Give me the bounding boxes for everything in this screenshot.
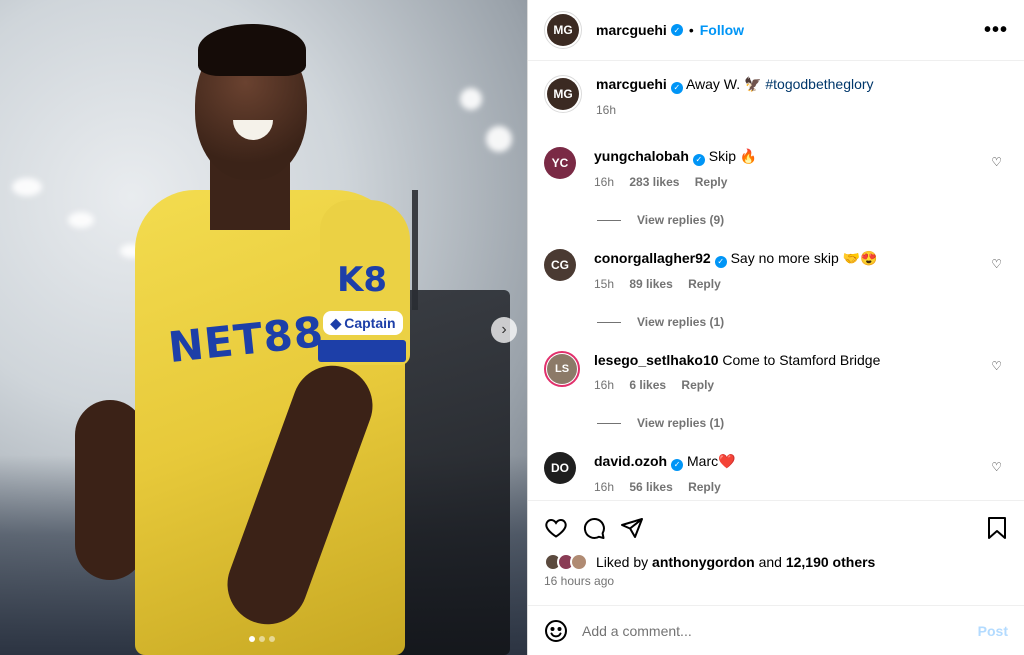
liker-username[interactable]: anthonygordon (652, 554, 755, 570)
post-header: MG marcguehi ✓ • Follow ••• (528, 0, 1024, 61)
post-timestamp[interactable]: 16 hours ago (544, 574, 1008, 588)
comment-time: 16h (594, 378, 615, 392)
comment-item: DO david.ozoh ✓ Marc❤️ 16h 56 likes Reply… (544, 452, 1008, 496)
action-icons-row (544, 513, 1008, 543)
separator: • (688, 22, 694, 38)
like-comment-heart-icon[interactable]: ♡ (991, 460, 1002, 474)
verified-badge-icon: ✓ (671, 459, 684, 471)
post-actions: Liked by anthonygordon and 12,190 others… (528, 500, 1024, 605)
comment-username[interactable]: conorgallagher92 (594, 250, 711, 266)
player-hair (198, 24, 306, 76)
comment-time: 15h (594, 277, 615, 291)
captain-armband-label: Captain (344, 315, 396, 331)
stadium-light (12, 178, 42, 196)
avatar (570, 553, 588, 571)
comment-likes[interactable]: 89 likes (629, 277, 672, 291)
verified-badge-icon: ✓ (670, 82, 683, 94)
player-figure: NET88 K8 ◆ Captain (60, 10, 420, 655)
view-replies-button[interactable]: View replies (9) (597, 213, 1008, 227)
comment-time: 16h (594, 480, 615, 494)
follow-button[interactable]: Follow (700, 22, 744, 38)
sleeve-band (318, 340, 406, 362)
likes-summary: Liked by anthonygordon and 12,190 others (544, 553, 1008, 571)
verified-badge-icon: ✓ (670, 24, 683, 36)
avatar[interactable]: MG (547, 78, 579, 110)
bookmark-save-icon[interactable] (986, 516, 1008, 540)
avatar[interactable]: LS (547, 354, 577, 384)
comment-bubble-icon[interactable] (582, 516, 606, 540)
avatar[interactable]: YC (544, 147, 576, 179)
carousel-dot (269, 636, 275, 642)
comment-time: 16h (594, 175, 615, 189)
verified-badge-icon: ✓ (714, 256, 727, 268)
comment-likes[interactable]: 283 likes (629, 175, 679, 189)
view-replies-button[interactable]: View replies (1) (597, 416, 1008, 430)
caption-username[interactable]: marcguehi (596, 76, 667, 92)
verified-badge-icon: ✓ (692, 154, 705, 166)
caption-text: Away W. 🦅 (685, 76, 762, 92)
reply-button[interactable]: Reply (688, 277, 721, 291)
like-heart-icon[interactable] (544, 516, 568, 540)
likes-prefix: Liked by (596, 554, 649, 570)
reply-button[interactable]: Reply (688, 480, 721, 494)
comment-text: Skip 🔥 (708, 148, 758, 164)
comment-likes[interactable]: 6 likes (629, 378, 666, 392)
stadium-light (486, 126, 512, 152)
comment-username[interactable]: david.ozoh (594, 453, 667, 469)
shirt-badge-text: K8 (337, 260, 388, 300)
captain-armband: ◆ Captain (323, 311, 403, 335)
liker-avatars[interactable] (544, 553, 588, 571)
carousel-dot (249, 636, 255, 642)
carousel-indicator (249, 636, 275, 642)
comment-item: YC yungchalobah ✓ Skip 🔥 16h 283 likes Re… (544, 147, 1008, 191)
like-comment-heart-icon[interactable]: ♡ (991, 257, 1002, 271)
comment-item: LS lesego_setlhako10 Come to Stamford Br… (544, 351, 1008, 394)
reply-button[interactable]: Reply (681, 378, 714, 392)
stadium-light (460, 88, 482, 110)
avatar[interactable]: DO (544, 452, 576, 484)
story-avatar-ring[interactable]: LS (544, 351, 580, 387)
post-caption: MG marcguehi ✓ Away W. 🦅 #togodbetheglory… (544, 75, 1008, 119)
likes-others-link[interactable]: 12,190 others (786, 554, 876, 570)
share-send-icon[interactable] (620, 516, 644, 540)
more-options-icon[interactable]: ••• (984, 19, 1008, 42)
author-avatar-ring[interactable]: MG (544, 11, 582, 49)
like-comment-heart-icon[interactable]: ♡ (991, 359, 1002, 373)
carousel-dot (259, 636, 265, 642)
like-comment-heart-icon[interactable]: ♡ (991, 155, 1002, 169)
comment-text: Come to Stamford Bridge (722, 352, 881, 368)
comment-text: Marc❤️ (687, 453, 736, 469)
view-replies-button[interactable]: View replies (1) (597, 315, 1008, 329)
comment-item: CG conorgallagher92 ✓ Say no more skip 🤝😍… (544, 249, 1008, 293)
caption-hashtag-link[interactable]: #togodbetheglory (765, 76, 873, 92)
reply-button[interactable]: Reply (695, 175, 728, 189)
comment-text: Say no more skip 🤝😍 (730, 250, 878, 266)
comment-username[interactable]: yungchalobah (594, 148, 689, 164)
add-comment-bar: Post (528, 605, 1024, 655)
avatar[interactable]: CG (544, 249, 576, 281)
author-username[interactable]: marcguehi (596, 22, 667, 38)
likes-conjunction: and (758, 554, 782, 570)
comment-username[interactable]: lesego_setlhako10 (594, 352, 719, 368)
chevron-right-icon[interactable]: › (491, 317, 517, 343)
post-comment-button[interactable]: Post (978, 623, 1008, 639)
comment-likes[interactable]: 56 likes (629, 480, 672, 494)
caption-time: 16h (596, 103, 617, 117)
comments-list[interactable]: MG marcguehi ✓ Away W. 🦅 #togodbetheglory… (528, 61, 1024, 500)
caption-avatar-ring[interactable]: MG (544, 75, 582, 113)
avatar[interactable]: MG (547, 14, 579, 46)
post-media[interactable]: NET88 K8 ◆ Captain › (0, 0, 527, 655)
comment-input[interactable] (582, 622, 978, 639)
captain-icon: ◆ (330, 314, 342, 331)
emoji-icon[interactable] (544, 619, 568, 643)
post-side-panel: MG marcguehi ✓ • Follow ••• MG marcguehi… (527, 0, 1024, 655)
